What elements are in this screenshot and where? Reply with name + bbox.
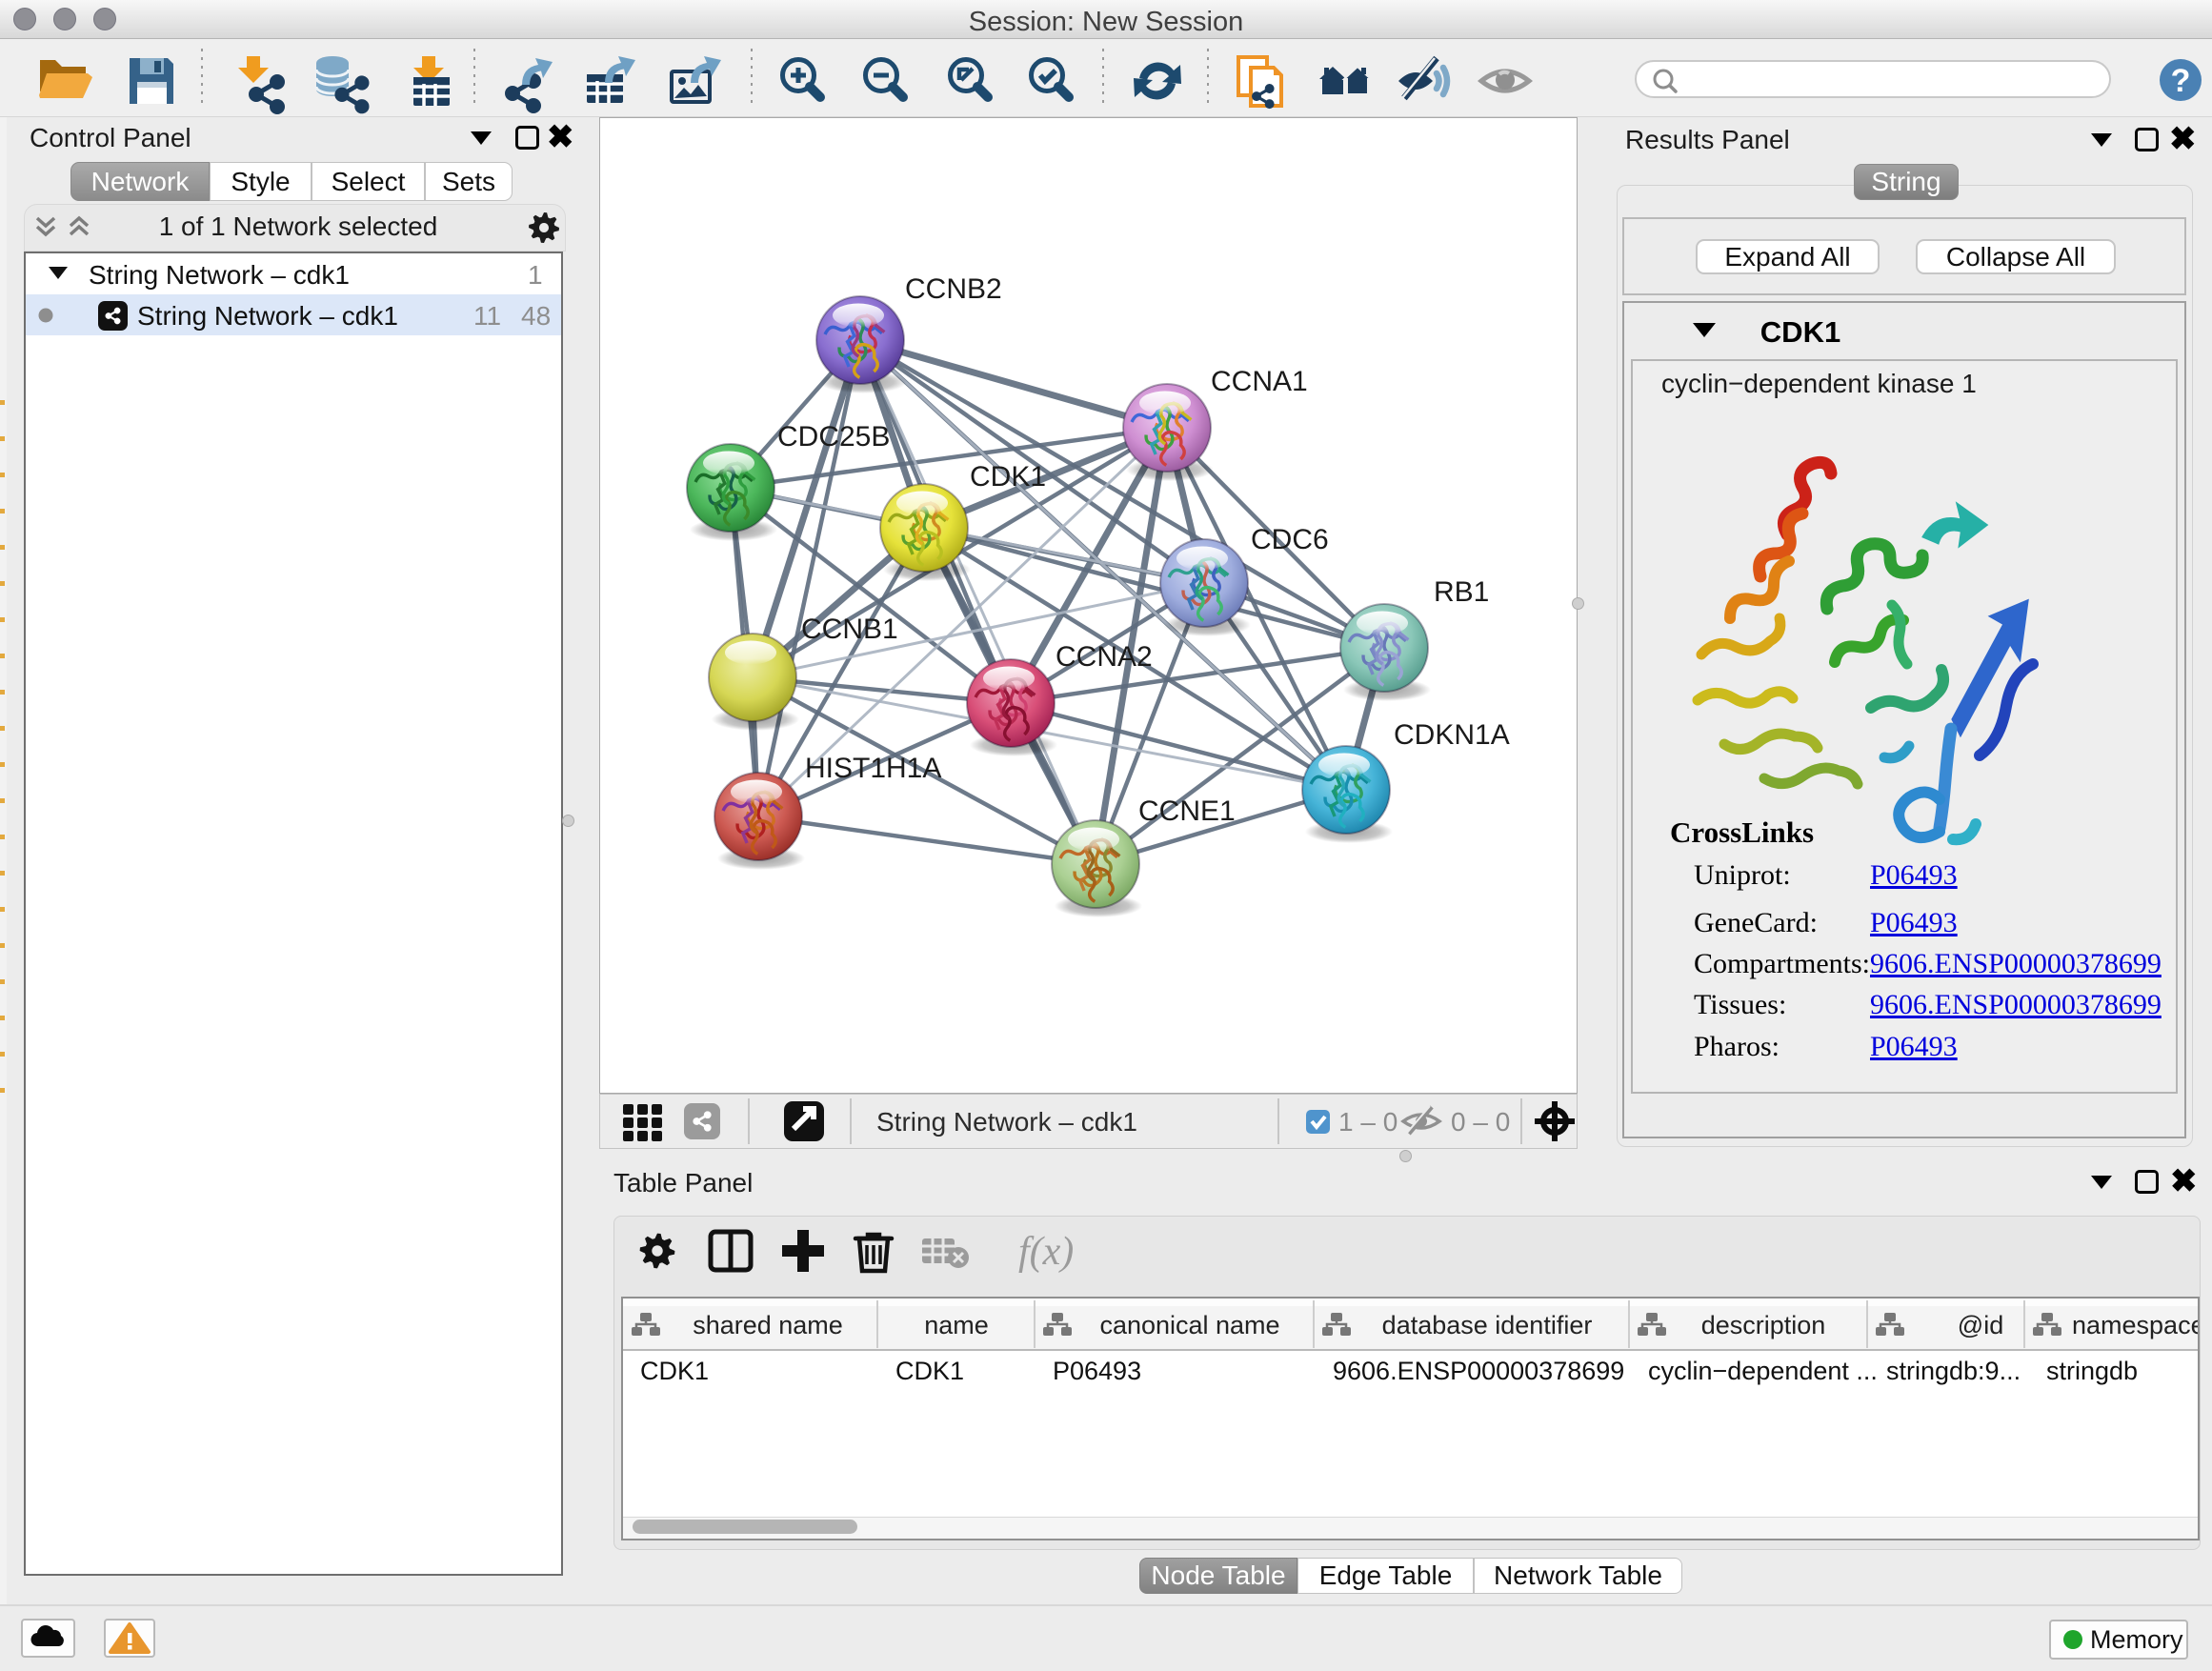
svg-text:String Network – cdk1: String Network – cdk1 (89, 260, 350, 290)
svg-text:9606.ENSP00000378699: 9606.ENSP00000378699 (1333, 1357, 1624, 1385)
svg-text:?: ? (2171, 63, 2191, 99)
svg-text:1: 1 (528, 260, 543, 290)
svg-text:namespace: namespace (2072, 1311, 2198, 1339)
svg-text:CDK1: CDK1 (970, 461, 1046, 493)
svg-text:CCNB2: CCNB2 (905, 273, 1002, 305)
svg-text:RB1: RB1 (1434, 576, 1489, 608)
svg-text:f(x): f(x) (1018, 1230, 1074, 1274)
svg-text:48: 48 (521, 301, 551, 331)
svg-text:1 of 1 Network selected: 1 of 1 Network selected (159, 211, 438, 241)
svg-text:@id: @id (1958, 1311, 2003, 1339)
svg-text:Memory: Memory (2090, 1625, 2183, 1654)
svg-text:CCNE1: CCNE1 (1138, 795, 1236, 827)
svg-text:CDK1: CDK1 (640, 1357, 709, 1385)
svg-text:CCNA1: CCNA1 (1211, 366, 1308, 397)
svg-text:CCNB1: CCNB1 (801, 614, 898, 645)
svg-text:String Network – cdk1: String Network – cdk1 (137, 301, 398, 331)
svg-text:shared name: shared name (693, 1311, 843, 1339)
svg-text:P06493: P06493 (1053, 1357, 1141, 1385)
svg-text:CCNA2: CCNA2 (1056, 641, 1153, 673)
svg-text:description: description (1701, 1311, 1826, 1339)
svg-text:stringdb:9...: stringdb:9... (1886, 1357, 2021, 1385)
svg-text:CDK1: CDK1 (895, 1357, 964, 1385)
svg-text:CDC25B: CDC25B (777, 421, 890, 453)
svg-text:1 – 0: 1 – 0 (1338, 1107, 1398, 1137)
svg-text:CDKN1A: CDKN1A (1394, 719, 1510, 751)
svg-text:cyclin−dependent ...: cyclin−dependent ... (1648, 1357, 1878, 1385)
svg-text:canonical name: canonical name (1099, 1311, 1279, 1339)
svg-text:CDC6: CDC6 (1251, 524, 1329, 555)
svg-text:stringdb: stringdb (2046, 1357, 2138, 1385)
svg-text:name: name (924, 1311, 989, 1339)
svg-text:0 – 0: 0 – 0 (1451, 1107, 1510, 1137)
svg-text:HIST1H1A: HIST1H1A (805, 753, 941, 784)
svg-text:11: 11 (473, 301, 501, 331)
svg-text:database identifier: database identifier (1382, 1311, 1593, 1339)
svg-text:String Network – cdk1: String Network – cdk1 (876, 1107, 1137, 1137)
